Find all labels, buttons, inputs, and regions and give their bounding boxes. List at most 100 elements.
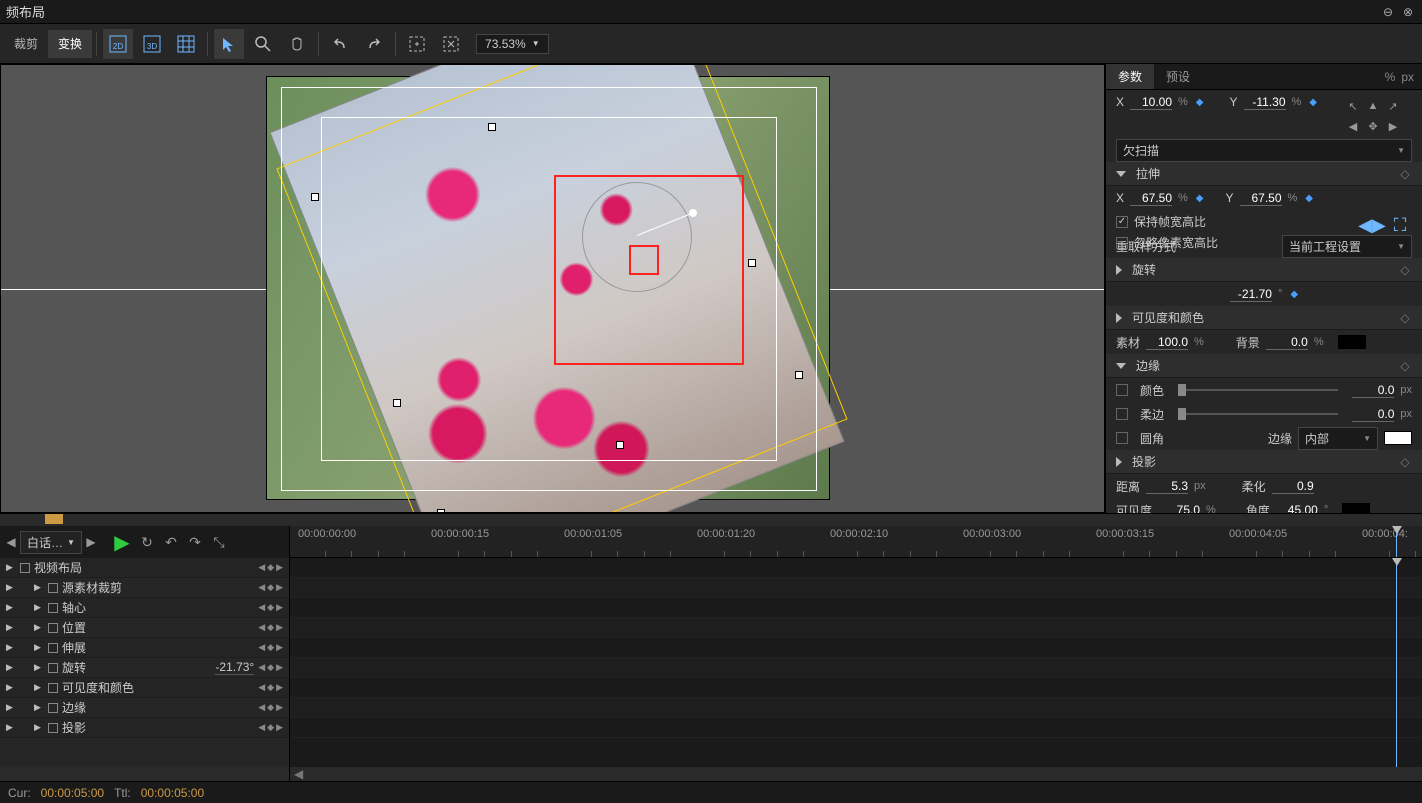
rotation-handle-dot[interactable]	[689, 209, 697, 217]
edge-color-checkbox[interactable]	[1116, 384, 1128, 396]
tab-parameters[interactable]: 参数	[1106, 64, 1154, 89]
timeline-layer-select[interactable]: 白话…▼	[20, 531, 82, 554]
keyframe-button[interactable]: ◇	[1398, 455, 1412, 469]
enable-checkbox[interactable]	[48, 643, 58, 653]
anchor-c[interactable]: ✥	[1364, 117, 1382, 135]
track-lane[interactable]	[290, 638, 1422, 658]
track-row[interactable]: ▶视频布局◀◆▶	[0, 558, 289, 578]
enable-checkbox[interactable]	[48, 583, 58, 593]
kf-prev-icon[interactable]: ◀	[258, 622, 265, 633]
expand-icon[interactable]: ▶	[6, 602, 16, 613]
keyframe-button[interactable]: ◇	[1398, 359, 1412, 373]
work-area-marker[interactable]	[45, 514, 63, 524]
kf-icon[interactable]: ◆	[1309, 97, 1317, 108]
track-row[interactable]: ▶▶旋转-21.73°◀◆▶	[0, 658, 289, 678]
undo-button[interactable]	[325, 29, 355, 59]
kf-prev-icon[interactable]: ◀	[258, 582, 265, 593]
track-row[interactable]: ▶▶可见度和颜色◀◆▶	[0, 678, 289, 698]
handle-n[interactable]	[488, 123, 496, 131]
edge-color-swatch[interactable]	[1384, 431, 1412, 445]
edge-mode-select[interactable]: 内部▼	[1298, 427, 1378, 450]
kf-prev-icon[interactable]: ◀	[258, 662, 265, 673]
scroll-left-icon[interactable]: ◀	[290, 767, 307, 781]
expand-icon[interactable]: ▶	[6, 582, 16, 593]
track-row[interactable]: ▶▶伸展◀◆▶	[0, 638, 289, 658]
section-stretch[interactable]: 拉伸 ◇	[1106, 162, 1422, 186]
kf-next-icon[interactable]: ▶	[276, 642, 283, 653]
overscan-select[interactable]: 欠扫描▼	[1116, 139, 1412, 162]
track-lane[interactable]	[290, 698, 1422, 718]
nav-prev-icon[interactable]: ◀	[4, 535, 18, 549]
edge-soft-checkbox[interactable]	[1116, 408, 1128, 420]
expand-icon[interactable]: ▶	[6, 562, 16, 573]
enable-checkbox[interactable]	[48, 623, 58, 633]
expand-icon[interactable]: ▶	[6, 702, 16, 713]
kf-add-icon[interactable]: ◆	[267, 702, 274, 713]
playhead-ruler[interactable]	[1396, 526, 1397, 557]
keyframe-button[interactable]: ◇	[1398, 263, 1412, 277]
kf-prev-icon[interactable]: ◀	[258, 722, 265, 733]
track-lane[interactable]	[290, 558, 1422, 578]
anchor-e[interactable]: ▶	[1384, 117, 1402, 135]
tab-presets[interactable]: 预设	[1154, 64, 1202, 89]
expand-icon[interactable]: ▶	[34, 602, 44, 613]
select-tool-button[interactable]	[214, 29, 244, 59]
kf-next-icon[interactable]: ▶	[276, 682, 283, 693]
kf-add-icon[interactable]: ◆	[267, 722, 274, 733]
kf-icon[interactable]: ◆	[1305, 193, 1313, 204]
expand-icon[interactable]: ▶	[34, 622, 44, 633]
enable-checkbox[interactable]	[48, 683, 58, 693]
kf-add-icon[interactable]: ◆	[267, 662, 274, 673]
track-lane[interactable]	[290, 718, 1422, 738]
track-row[interactable]: ▶▶投影◀◆▶	[0, 718, 289, 738]
kf-next-icon[interactable]: ▶	[276, 602, 283, 613]
unit-percent-button[interactable]: %	[1385, 70, 1396, 84]
track-lane[interactable]	[290, 678, 1422, 698]
kf-prev-icon[interactable]: ◀	[258, 562, 265, 573]
kf-add-icon[interactable]: ◆	[267, 602, 274, 613]
grid-button[interactable]	[171, 29, 201, 59]
bg-opacity-value[interactable]: 0.0	[1266, 335, 1308, 350]
pos-y-value[interactable]: -11.30	[1244, 95, 1286, 110]
section-shadow[interactable]: 投影 ◇	[1106, 450, 1422, 474]
edge-color-value[interactable]: 0.0	[1352, 383, 1394, 398]
section-visibility[interactable]: 可见度和颜色 ◇	[1106, 306, 1422, 330]
play-button[interactable]: ▶	[110, 530, 134, 555]
redo-button[interactable]	[359, 29, 389, 59]
tab-transform[interactable]: 变换	[48, 30, 92, 58]
kf-prev-icon[interactable]: ◀	[258, 602, 265, 613]
shadow-soft-value[interactable]: 0.9	[1272, 479, 1314, 494]
mode-3d-button[interactable]: 3D	[137, 29, 167, 59]
track-lane[interactable]	[290, 658, 1422, 678]
timeline-scrub-bar[interactable]	[0, 514, 1422, 526]
enable-checkbox[interactable]	[48, 703, 58, 713]
frame-crop-button[interactable]	[436, 29, 466, 59]
track-row[interactable]: ▶▶轴心◀◆▶	[0, 598, 289, 618]
kf-next-icon[interactable]: ▶	[276, 582, 283, 593]
kf-next-icon[interactable]: ▶	[276, 622, 283, 633]
expand-icon[interactable]: ▶	[6, 722, 16, 733]
track-lane[interactable]	[290, 618, 1422, 638]
edge-round-checkbox[interactable]	[1116, 432, 1128, 444]
playhead[interactable]	[1396, 558, 1397, 767]
track-row[interactable]: ▶▶源素材裁剪◀◆▶	[0, 578, 289, 598]
timeline-ruler[interactable]: 00:00:00:0000:00:00:1500:00:01:0500:00:0…	[290, 526, 1422, 558]
handle-nw[interactable]	[311, 193, 319, 201]
kf-next-icon[interactable]: ▶	[276, 722, 283, 733]
undo-tl-button[interactable]: ↶	[160, 534, 182, 551]
enable-checkbox[interactable]	[20, 563, 30, 573]
viewport[interactable]	[0, 64, 1105, 513]
tab-crop[interactable]: 裁剪	[4, 30, 48, 58]
section-edge[interactable]: 边缘 ◇	[1106, 354, 1422, 378]
anchor-n[interactable]: ▲	[1364, 97, 1382, 115]
kf-add-icon[interactable]: ◆	[267, 582, 274, 593]
kf-next-icon[interactable]: ▶	[276, 702, 283, 713]
track-lane[interactable]	[290, 578, 1422, 598]
expand-icon[interactable]: ▶	[6, 622, 16, 633]
handle-se[interactable]	[795, 371, 803, 379]
stretch-y-value[interactable]: 67.50	[1240, 191, 1282, 206]
frame-fit-button[interactable]	[402, 29, 432, 59]
track-lane[interactable]	[290, 598, 1422, 618]
curve-button[interactable]: ⤡	[208, 534, 230, 551]
track-value[interactable]: -21.73°	[215, 660, 254, 675]
